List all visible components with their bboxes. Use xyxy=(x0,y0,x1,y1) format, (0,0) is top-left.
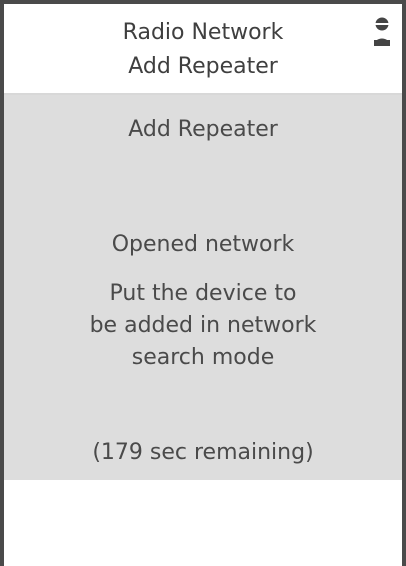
dialog-panel: Add Repeater Opened network Put the devi… xyxy=(4,95,402,480)
instruction-text: Put the device to be added in network se… xyxy=(89,281,317,370)
header-title-line-2: Add Repeater xyxy=(128,54,278,79)
user-icon[interactable] xyxy=(372,16,392,50)
header: Radio Network Add Repeater xyxy=(4,4,402,95)
header-title-line-1: Radio Network xyxy=(122,20,284,45)
remaining-time: (179 sec remaining) xyxy=(92,440,314,465)
device-screen-frame: Radio Network Add Repeater Add Repeater … xyxy=(0,0,406,566)
panel-title: Add Repeater xyxy=(128,117,278,142)
network-status: Opened network xyxy=(111,232,295,257)
